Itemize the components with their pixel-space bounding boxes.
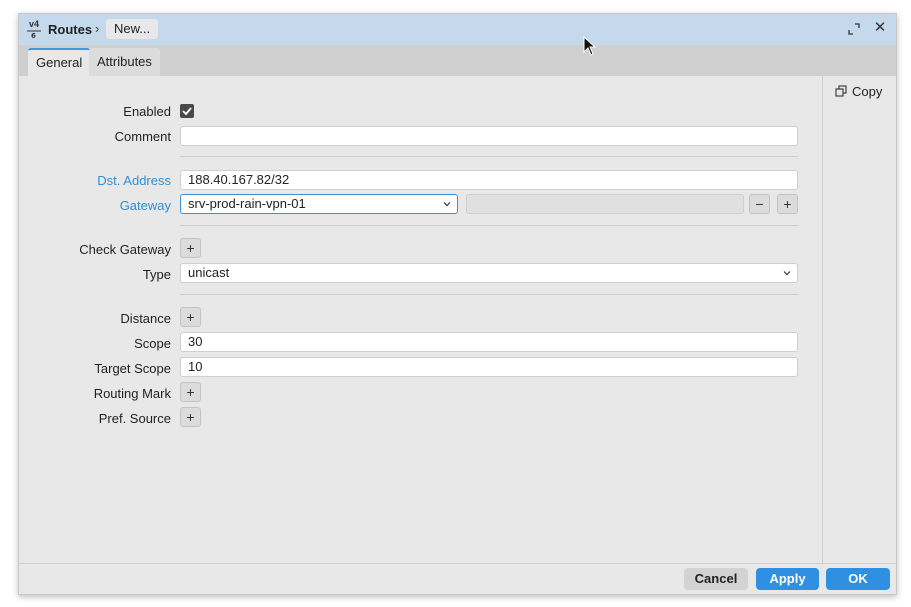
scope-label: Scope <box>134 336 171 351</box>
breadcrumb-new[interactable]: New... <box>106 19 159 39</box>
dialog-footer: Cancel Apply OK <box>19 563 896 594</box>
expand-icon[interactable] <box>847 22 861 36</box>
gateway-value: srv-prod-rain-vpn-01 <box>188 196 306 211</box>
target-scope-field[interactable]: 10 <box>180 357 798 377</box>
remove-gateway-button[interactable]: − <box>749 194 770 214</box>
routes-dialog: v4 6 Routes › New... ✕ General Attribute… <box>18 13 897 595</box>
check-gateway-label: Check Gateway <box>79 242 171 257</box>
copy-button[interactable]: Copy <box>835 84 882 100</box>
copy-label: Copy <box>852 84 883 99</box>
divider <box>180 294 798 295</box>
add-gateway-button[interactable]: + <box>777 194 798 214</box>
routes-v4-icon: v4 6 <box>26 19 42 40</box>
routing-mark-label: Routing Mark <box>93 386 171 401</box>
distance-label: Distance <box>120 311 171 326</box>
general-form: Enabled Comment Dst. Address 188.40.167.… <box>19 76 822 563</box>
gateway-extra-field[interactable] <box>466 194 744 214</box>
copy-icon <box>835 85 847 97</box>
side-panel: Copy <box>822 76 896 563</box>
ok-button[interactable]: OK <box>826 568 890 590</box>
pref-source-add-button[interactable]: + <box>180 407 201 427</box>
divider <box>180 156 798 157</box>
checkmark-icon <box>182 107 192 116</box>
tab-attributes[interactable]: Attributes <box>89 48 160 76</box>
comment-label: Comment <box>114 129 171 144</box>
pref-source-label: Pref. Source <box>98 411 171 426</box>
distance-add-button[interactable]: + <box>180 307 201 327</box>
check-gateway-add-button[interactable]: + <box>180 238 201 258</box>
chevron-down-icon[interactable] <box>783 269 791 277</box>
enabled-checkbox[interactable] <box>180 104 194 118</box>
type-label: Type <box>142 267 171 282</box>
apply-button[interactable]: Apply <box>756 568 819 590</box>
title-bar[interactable]: v4 6 Routes › New... ✕ <box>19 14 896 45</box>
dst-address-label: Dst. Address <box>97 173 171 188</box>
svg-text:6: 6 <box>31 32 36 38</box>
type-select[interactable]: unicast <box>180 263 798 283</box>
comment-field[interactable] <box>180 126 798 146</box>
breadcrumb-separator: › <box>95 21 100 36</box>
chevron-down-icon[interactable] <box>443 200 451 208</box>
divider <box>180 225 798 226</box>
cancel-button[interactable]: Cancel <box>684 568 748 590</box>
scope-field[interactable]: 30 <box>180 332 798 352</box>
routing-mark-add-button[interactable]: + <box>180 382 201 402</box>
mouse-cursor-icon <box>583 36 597 56</box>
window-title: Routes <box>48 22 93 37</box>
routes-glyph: 6 <box>27 30 41 40</box>
gateway-label: Gateway <box>119 198 171 213</box>
tab-general[interactable]: General <box>28 48 91 76</box>
gateway-select[interactable]: srv-prod-rain-vpn-01 <box>180 194 458 214</box>
dst-address-field[interactable]: 188.40.167.82/32 <box>180 170 798 190</box>
app-icon-text: v4 <box>28 19 39 29</box>
type-value: unicast <box>188 265 230 280</box>
enabled-label: Enabled <box>123 104 171 119</box>
target-scope-label: Target Scope <box>94 361 171 376</box>
tab-bar: General Attributes <box>19 45 896 76</box>
close-icon[interactable]: ✕ <box>873 20 887 36</box>
